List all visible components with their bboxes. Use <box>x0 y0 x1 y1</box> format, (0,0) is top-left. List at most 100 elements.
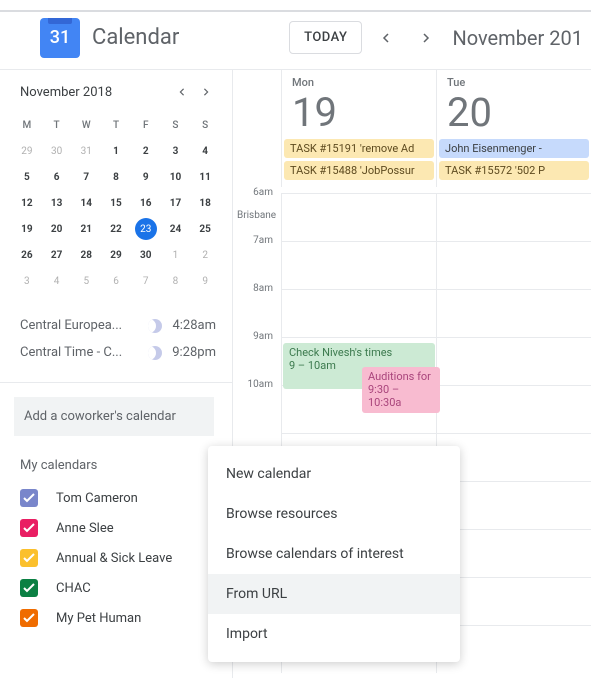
mini-calendar[interactable]: MTWTFSS293031123456789101112131415161718… <box>0 104 232 294</box>
my-calendars-title: My calendars <box>0 454 232 483</box>
allday-event[interactable]: TASK #15488 'JobPossur <box>284 161 434 180</box>
day-header[interactable]: Mon19 <box>281 70 436 137</box>
mini-day-cell[interactable]: 9 <box>190 268 220 294</box>
mini-day-cell[interactable]: 6 <box>42 164 72 190</box>
mini-day-cell[interactable]: 26 <box>12 242 42 268</box>
mini-day-cell[interactable]: 17 <box>161 190 191 216</box>
add-coworker-input[interactable]: Add a coworker's calendar <box>14 397 214 436</box>
mini-day-cell[interactable]: 13 <box>42 190 72 216</box>
mini-day-cell[interactable]: 19 <box>12 216 42 242</box>
mini-day-cell[interactable]: 23 <box>131 216 161 242</box>
allday-column: John Eisenmenger - TASK #15572 '502 P <box>436 137 591 187</box>
mini-day-cell[interactable]: 27 <box>42 242 72 268</box>
menu-item-from-url[interactable]: From URL <box>208 574 460 614</box>
calendar-label: Anne Slee <box>56 521 114 536</box>
next-week-button[interactable] <box>410 22 442 54</box>
menu-item-new-calendar[interactable]: New calendar <box>208 454 460 494</box>
hour-cell[interactable] <box>436 337 591 385</box>
mini-dow-header: S <box>161 112 191 138</box>
calendar-checkbox[interactable] <box>20 549 38 567</box>
mini-day-cell[interactable]: 4 <box>42 268 72 294</box>
calendar-item[interactable]: Anne Slee <box>10 513 222 543</box>
mini-day-cell[interactable]: 9 <box>131 164 161 190</box>
mini-day-cell[interactable]: 8 <box>101 164 131 190</box>
moon-icon <box>148 319 162 333</box>
calendar-checkbox[interactable] <box>20 609 38 627</box>
mini-day-cell[interactable]: 16 <box>131 190 161 216</box>
calendar-checkbox[interactable] <box>20 519 38 537</box>
prev-week-button[interactable] <box>370 22 402 54</box>
mini-day-cell[interactable]: 30 <box>131 242 161 268</box>
clock-time: 4:28am <box>172 318 216 333</box>
allday-event[interactable]: TASK #15191 'remove Ad <box>284 139 434 158</box>
menu-item-import[interactable]: Import <box>208 614 460 654</box>
calendar-label: Annual & Sick Leave <box>56 551 172 566</box>
mini-day-cell[interactable]: 1 <box>101 138 131 164</box>
mini-day-cell[interactable]: 28 <box>71 242 101 268</box>
mini-day-cell[interactable]: 25 <box>190 216 220 242</box>
mini-prev-button[interactable] <box>170 80 194 104</box>
mini-dow-header: M <box>12 112 42 138</box>
mini-day-cell[interactable]: 21 <box>71 216 101 242</box>
mini-day-cell[interactable]: 31 <box>71 138 101 164</box>
world-clock-row: Central Time - C...9:28pm <box>20 339 216 366</box>
mini-day-cell[interactable]: 29 <box>101 242 131 268</box>
mini-day-cell[interactable]: 29 <box>12 138 42 164</box>
allday-event[interactable]: TASK #15572 '502 P <box>439 161 589 180</box>
calendar-item[interactable]: Annual & Sick Leave <box>10 543 222 573</box>
mini-day-cell[interactable]: 7 <box>131 268 161 294</box>
mini-day-cell[interactable]: 2 <box>190 242 220 268</box>
day-header[interactable]: Tue20 <box>436 70 591 137</box>
mini-day-cell[interactable]: 11 <box>190 164 220 190</box>
mini-dow-header: T <box>42 112 72 138</box>
hour-label: 10am <box>233 379 281 427</box>
mini-next-button[interactable] <box>194 80 218 104</box>
hour-cell[interactable] <box>281 241 436 289</box>
mini-day-cell[interactable]: 6 <box>101 268 131 294</box>
mini-day-cell[interactable]: 8 <box>161 268 191 294</box>
calendar-checkbox[interactable] <box>20 489 38 507</box>
timed-event[interactable]: Auditions for9:30 – 10:30a <box>362 367 440 413</box>
mini-day-cell[interactable]: 20 <box>42 216 72 242</box>
today-button[interactable]: TODAY <box>289 21 362 54</box>
mini-day-cell[interactable]: 3 <box>12 268 42 294</box>
menu-item-browse-calendars-of-interest[interactable]: Browse calendars of interest <box>208 534 460 574</box>
calendar-item[interactable]: CHAC <box>10 573 222 603</box>
mini-dow-header: F <box>131 112 161 138</box>
mini-day-cell[interactable]: 2 <box>131 138 161 164</box>
app-header: 31 Calendar TODAY November 201 <box>0 6 591 70</box>
mini-day-cell[interactable]: 30 <box>42 138 72 164</box>
clock-time: 9:28pm <box>172 345 216 360</box>
mini-day-cell[interactable]: 5 <box>71 268 101 294</box>
mini-day-cell[interactable]: 5 <box>12 164 42 190</box>
mini-day-cell[interactable]: 3 <box>161 138 191 164</box>
mini-day-cell[interactable]: 22 <box>101 216 131 242</box>
calendar-logo: 31 <box>40 18 80 58</box>
main-menu-icon[interactable] <box>8 26 32 50</box>
mini-day-cell[interactable]: 24 <box>161 216 191 242</box>
app-title: Calendar <box>92 25 179 50</box>
calendar-checkbox[interactable] <box>20 579 38 597</box>
hour-cell[interactable] <box>281 289 436 337</box>
mini-day-cell[interactable]: 15 <box>101 190 131 216</box>
hour-cell[interactable] <box>436 193 591 241</box>
moon-icon <box>148 346 162 360</box>
clock-name: Central Europea... <box>20 318 138 333</box>
mini-day-cell[interactable]: 14 <box>71 190 101 216</box>
mini-day-cell[interactable]: 1 <box>161 242 191 268</box>
calendar-item[interactable]: My Pet Human <box>10 603 222 633</box>
hour-cell[interactable] <box>281 193 436 241</box>
mini-day-cell[interactable]: 7 <box>71 164 101 190</box>
menu-item-browse-resources[interactable]: Browse resources <box>208 494 460 534</box>
hour-cell[interactable] <box>436 385 591 433</box>
hour-cell[interactable] <box>436 289 591 337</box>
mini-day-cell[interactable]: 10 <box>161 164 191 190</box>
mini-dow-header: T <box>101 112 131 138</box>
allday-event[interactable]: John Eisenmenger - <box>439 139 589 158</box>
mini-day-cell[interactable]: 4 <box>190 138 220 164</box>
mini-day-cell[interactable]: 12 <box>12 190 42 216</box>
hour-label: 9am <box>233 331 281 379</box>
hour-cell[interactable] <box>436 241 591 289</box>
calendar-item[interactable]: Tom Cameron <box>10 483 222 513</box>
mini-day-cell[interactable]: 18 <box>190 190 220 216</box>
